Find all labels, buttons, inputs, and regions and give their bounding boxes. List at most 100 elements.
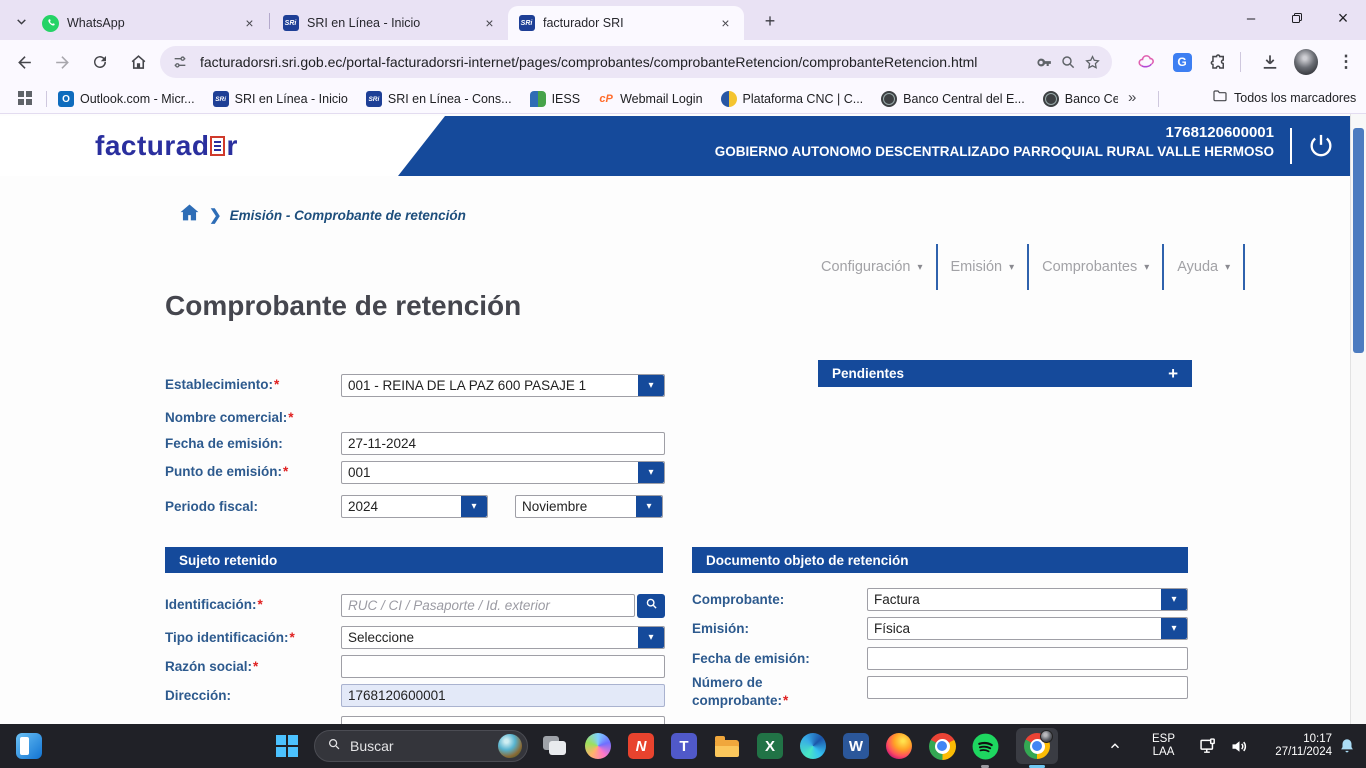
bookmark-sri-inicio[interactable]: SRiSRI en Línea - Inicio <box>213 91 348 107</box>
extensions-puzzle-icon[interactable] <box>1206 50 1230 74</box>
periodo-year-select[interactable]: 2024 ▾ <box>341 495 488 518</box>
bookmark-banco-central-2[interactable]: Banco Central del E... <box>1043 91 1118 107</box>
tipo-identificacion-select[interactable]: Seleccione ▾ <box>341 626 665 649</box>
breadcrumb-text: Emisión - Comprobante de retención <box>230 208 466 223</box>
punto-emision-select[interactable]: 001 ▾ <box>341 461 665 484</box>
emision-select[interactable]: Física ▾ <box>867 617 1188 640</box>
dropdown-button[interactable]: ▾ <box>636 496 662 517</box>
weather-widget-icon[interactable] <box>498 734 522 758</box>
dropdown-button[interactable]: ▾ <box>1161 589 1187 610</box>
all-bookmarks-button[interactable]: Todos los marcadores <box>1212 88 1356 107</box>
scrollbar-thumb[interactable] <box>1353 128 1364 353</box>
dropdown-button[interactable]: ▾ <box>1161 618 1187 639</box>
menu-emision[interactable]: Emisión▾ <box>938 259 1028 275</box>
tab-close-icon[interactable]: × <box>717 15 734 32</box>
teams-icon[interactable]: T <box>669 731 699 761</box>
bookmark-star-icon[interactable] <box>1080 50 1104 74</box>
pendientes-panel-header[interactable]: Pendientes + <box>818 360 1192 387</box>
tab-facturador-sri-active[interactable]: SRi facturador SRI × <box>508 6 744 40</box>
chrome-active-icon[interactable] <box>1016 728 1058 764</box>
numero-comprobante-input[interactable] <box>867 676 1188 699</box>
nitro-pdf-icon[interactable]: N <box>626 731 656 761</box>
bookmark-webmail[interactable]: cPWebmail Login <box>598 91 702 107</box>
razon-social-input[interactable] <box>341 655 665 678</box>
restore-button[interactable] <box>1274 0 1320 36</box>
menu-configuracion[interactable]: Configuración▾ <box>808 259 936 275</box>
bookmark-banco-central-1[interactable]: Banco Central del E... <box>881 91 1025 107</box>
excel-icon[interactable]: X <box>755 731 785 761</box>
breadcrumb-home-icon[interactable] <box>178 202 201 228</box>
browser-menu-kebab-icon[interactable]: ⋮ <box>1334 50 1358 74</box>
minimize-button[interactable]: – <box>1228 0 1274 36</box>
bookmarks-overflow-chevron-icon[interactable]: » <box>1128 89 1136 106</box>
password-key-icon[interactable] <box>1032 50 1056 74</box>
identificacion-search-button[interactable] <box>637 594 665 618</box>
bookmark-sri-consultas[interactable]: SRiSRI en Línea - Cons... <box>366 91 512 107</box>
volume-icon[interactable] <box>1229 724 1250 768</box>
telefono-input-partial[interactable] <box>341 716 665 724</box>
tray-time: 10:17 <box>1268 733 1332 746</box>
network-icon[interactable] <box>1198 724 1219 768</box>
widgets-icon[interactable] <box>14 731 44 761</box>
notification-bell-icon[interactable] <box>1338 724 1356 768</box>
edge-icon[interactable] <box>798 731 828 761</box>
dropdown-button[interactable]: ▾ <box>638 462 664 483</box>
start-button[interactable] <box>272 731 302 761</box>
taskbar-search[interactable]: Buscar <box>314 730 528 762</box>
identificacion-input[interactable] <box>341 594 635 617</box>
menu-comprobantes[interactable]: Comprobantes▾ <box>1029 259 1162 275</box>
language-indicator[interactable]: ESPLAA <box>1152 724 1175 768</box>
task-view-icon[interactable] <box>540 731 570 761</box>
clock[interactable]: 10:1727/11/2024 <box>1268 724 1332 768</box>
fecha-emision-input[interactable] <box>341 432 665 455</box>
dropdown-button[interactable]: ▾ <box>461 496 487 517</box>
back-icon[interactable] <box>12 50 36 74</box>
menu-ayuda[interactable]: Ayuda▾ <box>1164 259 1243 275</box>
periodo-fiscal-label: Periodo fiscal: <box>165 499 258 514</box>
bookmark-iess[interactable]: IESS <box>530 91 581 107</box>
tab-whatsapp[interactable]: WhatsApp × <box>32 6 268 40</box>
close-button[interactable]: × <box>1320 0 1366 36</box>
direccion-input[interactable] <box>341 684 665 707</box>
doc-fecha-emision-input[interactable] <box>867 647 1188 670</box>
menu-separator <box>1243 244 1245 290</box>
home-icon[interactable] <box>126 50 150 74</box>
profile-avatar[interactable] <box>1294 50 1318 74</box>
chrome-icon[interactable] <box>927 731 957 761</box>
copilot-icon[interactable] <box>583 731 613 761</box>
zoom-icon[interactable] <box>1056 50 1080 74</box>
firefox-icon[interactable] <box>884 731 914 761</box>
bookmark-outlook[interactable]: OOutlook.com - Micr... <box>58 91 195 107</box>
tab-search-chevron-icon[interactable] <box>10 10 32 32</box>
apps-grid-icon[interactable] <box>18 91 32 105</box>
new-tab-button[interactable]: + <box>758 9 782 33</box>
dropdown-button[interactable]: ▾ <box>638 627 664 648</box>
tray-chevron-up-icon[interactable] <box>1108 724 1122 768</box>
extension-pink-icon[interactable] <box>1134 50 1158 74</box>
dropdown-button[interactable]: ▾ <box>638 375 664 396</box>
spotify-running-indicator <box>981 765 989 768</box>
page-scrollbar[interactable] <box>1350 114 1366 724</box>
expand-plus-icon[interactable]: + <box>1168 364 1178 384</box>
address-bar[interactable]: facturadorsri.sri.gob.ec/portal-facturad… <box>160 46 1112 78</box>
spotify-icon[interactable] <box>970 731 1000 761</box>
identificacion-label: Identificación:* <box>165 597 263 612</box>
browser-toolbar: facturadorsri.sri.gob.ec/portal-facturad… <box>0 40 1366 84</box>
logout-power-icon[interactable] <box>1304 129 1338 163</box>
caret-down-icon: ▾ <box>1144 262 1149 273</box>
bookmark-cnc[interactable]: Plataforma CNC | C... <box>721 91 864 107</box>
forward-icon[interactable] <box>50 50 74 74</box>
downloads-icon[interactable] <box>1258 50 1282 74</box>
tab-close-icon[interactable]: × <box>481 15 498 32</box>
periodo-month-select[interactable]: Noviembre ▾ <box>515 495 663 518</box>
url-text[interactable]: facturadorsri.sri.gob.ec/portal-facturad… <box>200 54 1032 70</box>
translate-icon[interactable]: G <box>1170 50 1194 74</box>
establecimiento-select[interactable]: 001 - REINA DE LA PAZ 600 PASAJE 1 ▾ <box>341 374 665 397</box>
word-icon[interactable]: W <box>841 731 871 761</box>
comprobante-select[interactable]: Factura ▾ <box>867 588 1188 611</box>
reload-icon[interactable] <box>88 50 112 74</box>
file-explorer-icon[interactable] <box>712 731 742 761</box>
site-info-icon[interactable] <box>168 50 192 74</box>
tab-sri-inicio[interactable]: SRi SRI en Línea - Inicio × <box>272 6 508 40</box>
tab-close-icon[interactable]: × <box>241 15 258 32</box>
